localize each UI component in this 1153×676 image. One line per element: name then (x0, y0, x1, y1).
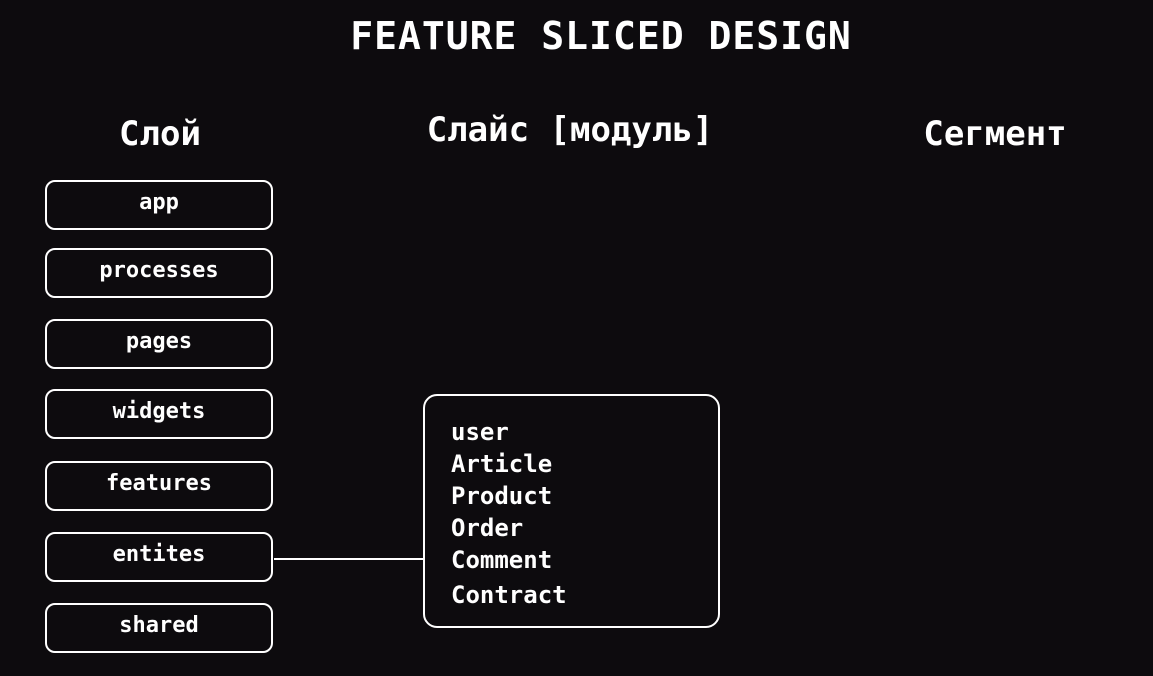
column-header-layer: Слой (119, 114, 201, 154)
column-header-slice: Слайс [модуль] (426, 110, 714, 150)
layer-box-app: app (45, 180, 273, 230)
layer-box-entites: entites (45, 532, 273, 582)
slice-item-article: Article (451, 450, 553, 478)
layer-box-widgets: widgets (45, 389, 273, 439)
slice-item-product: Product (451, 482, 553, 510)
layer-box-processes: processes (45, 248, 273, 298)
slice-item-contract: Contract (451, 581, 567, 609)
layer-box-pages: pages (45, 319, 273, 369)
slice-item-comment: Comment (451, 546, 553, 574)
page-title: FEATURE SLICED DESIGN (350, 14, 852, 58)
layer-box-features: features (45, 461, 273, 511)
slice-item-order: Order (451, 514, 524, 542)
layer-box-shared: shared (45, 603, 273, 653)
column-header-segment: Сегмент (923, 114, 1067, 154)
slice-item-user: user (451, 418, 509, 446)
slice-list-box: user Article Product Order Comment Contr… (423, 394, 720, 628)
connector-line (274, 558, 424, 560)
